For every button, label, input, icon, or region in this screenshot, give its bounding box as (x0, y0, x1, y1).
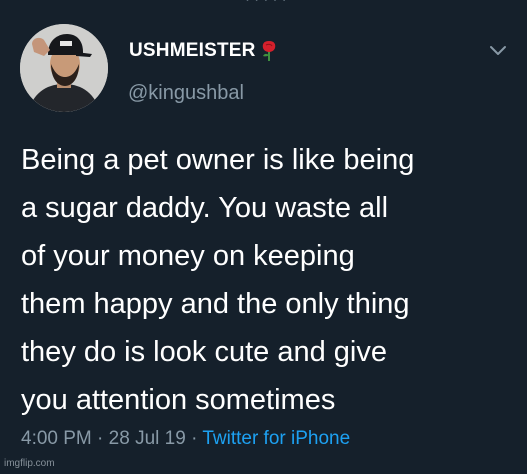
tweet-date[interactable]: 28 Jul 19 (109, 428, 186, 449)
cropped-text-fragment: · · · · · (245, 0, 287, 8)
cropped-previous-tweet: · · · · · (0, 0, 527, 12)
tweet-text-line: them happy and the only thing (21, 288, 410, 320)
tweet-text-line: Being a pet owner is like being (21, 144, 415, 176)
tweet-text-line: you attention sometimes (21, 384, 336, 416)
meta-separator: · (97, 428, 104, 449)
tweet-time[interactable]: 4:00 PM (21, 428, 92, 449)
tweet-text-line: of your money on keeping (21, 240, 355, 272)
tweet-source-link[interactable]: Twitter for iPhone (202, 428, 350, 449)
display-name[interactable]: USHMEISTER (129, 40, 278, 62)
display-name-text: USHMEISTER (129, 40, 256, 61)
user-handle[interactable]: @kingushbal (128, 82, 244, 105)
rose-icon (260, 40, 278, 62)
tweet-meta: 4:00 PM · 28 Jul 19 · Twitter for iPhone (21, 428, 350, 450)
watermark: imgflip.com (4, 458, 55, 469)
chevron-down-icon[interactable] (489, 44, 507, 56)
meta-separator: · (191, 428, 198, 449)
tweet-text: Being a pet owner is like being a sugar … (21, 136, 521, 424)
avatar[interactable] (20, 24, 108, 112)
tweet-text-line: a sugar daddy. You waste all (21, 192, 389, 224)
avatar-photo (20, 24, 108, 112)
tweet-text-line: they do is look cute and give (21, 336, 387, 368)
